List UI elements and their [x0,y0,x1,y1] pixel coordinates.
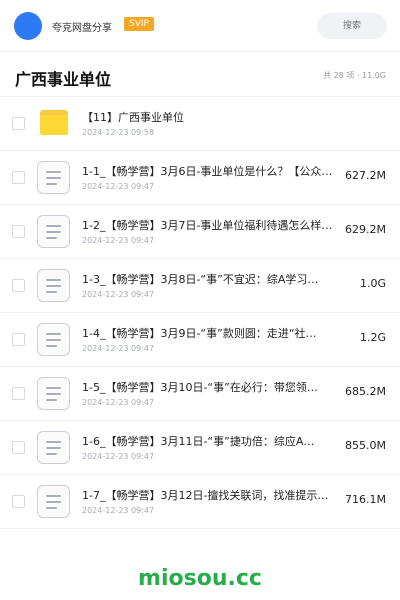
item-date: 2024-12-23 09:47 [82,452,155,461]
item-size: 855.0M [345,439,386,452]
item-name: 1-2_【畅学营】3月7日-事业单位福利待遇怎么样… [82,219,332,232]
item-date: 2024-12-23 09:47 [82,344,155,353]
item-date: 2024-12-23 09:58 [82,128,155,137]
item-checkbox[interactable] [12,279,25,292]
item-name: 1-4_【畅学营】3月9日-“事”款则圆：走进“社… [82,327,317,340]
folder-icon [40,110,68,135]
avatar[interactable] [14,12,42,40]
item-name: 1-6_【畅学营】3月11日-“事”捷功倍：综应A… [82,435,315,448]
item-size: 685.2M [345,385,386,398]
item-size: 716.1M [345,493,386,506]
list-item[interactable]: 1-6_【畅学营】3月11日-“事”捷功倍：综应A… 2024-12-23 09… [0,421,400,475]
document-icon [37,323,70,356]
document-icon [37,485,70,518]
document-icon [37,161,70,194]
item-checkbox[interactable] [12,171,25,184]
list-item[interactable]: 1-4_【畅学营】3月9日-“事”款则圆：走进“社… 2024-12-23 09… [0,313,400,367]
document-icon [37,377,70,410]
file-list: 【11】广西事业单位 2024-12-23 09:58 1-1_【畅学营】3月6… [0,96,400,529]
item-checkbox[interactable] [12,495,25,508]
item-date: 2024-12-23 09:47 [82,236,155,245]
item-size: 629.2M [345,223,386,236]
item-date: 2024-12-23 09:47 [82,398,155,407]
item-checkbox[interactable] [12,441,25,454]
item-date: 2024-12-23 09:47 [82,182,155,191]
list-item[interactable]: 1-3_【畅学营】3月8日-“事”不宜迟：综A学习… 2024-12-23 09… [0,259,400,313]
item-size: 627.2M [345,169,386,182]
list-item[interactable]: 【11】广西事业单位 2024-12-23 09:58 [0,97,400,151]
list-item[interactable]: 1-1_【畅学营】3月6日-事业单位是什么？【公众… 2024-12-23 09… [0,151,400,205]
item-name: 1-3_【畅学营】3月8日-“事”不宜迟：综A学习… [82,273,319,286]
list-item[interactable]: 1-5_【畅学营】3月10日-“事”在必行：带您领… 2024-12-23 09… [0,367,400,421]
item-name: 1-7_【畅学营】3月12日-擅找关联词，找准提示… [82,489,329,502]
search-input[interactable] [317,13,387,39]
document-icon [37,269,70,302]
list-item[interactable]: 1-2_【畅学营】3月7日-事业单位福利待遇怎么样… 2024-12-23 09… [0,205,400,259]
top-bar: 夸克网盘分享 SVIP [0,0,400,52]
document-icon [37,215,70,248]
item-name: 【11】广西事业单位 [82,111,184,124]
item-date: 2024-12-23 09:47 [82,290,155,299]
folder-summary: 共 28 项 · 11.0G [323,71,386,80]
item-name: 1-5_【畅学营】3月10日-“事”在必行：带您领… [82,381,318,394]
item-name: 1-1_【畅学营】3月6日-事业单位是什么？【公众… [82,165,332,178]
page-title: 广西事业单位 [15,70,112,89]
document-icon [37,431,70,464]
item-size: 1.2G [359,331,386,344]
item-date: 2024-12-23 09:47 [82,506,155,515]
svip-badge: SVIP [124,17,154,31]
list-item[interactable]: 1-7_【畅学营】3月12日-擅找关联词，找准提示… 2024-12-23 09… [0,475,400,529]
item-checkbox[interactable] [12,387,25,400]
item-checkbox[interactable] [12,117,25,130]
item-checkbox[interactable] [12,333,25,346]
watermark: miosou.cc [138,566,262,591]
user-name: 夸克网盘分享 [52,23,112,34]
item-size: 1.0G [359,277,386,290]
item-checkbox[interactable] [12,225,25,238]
